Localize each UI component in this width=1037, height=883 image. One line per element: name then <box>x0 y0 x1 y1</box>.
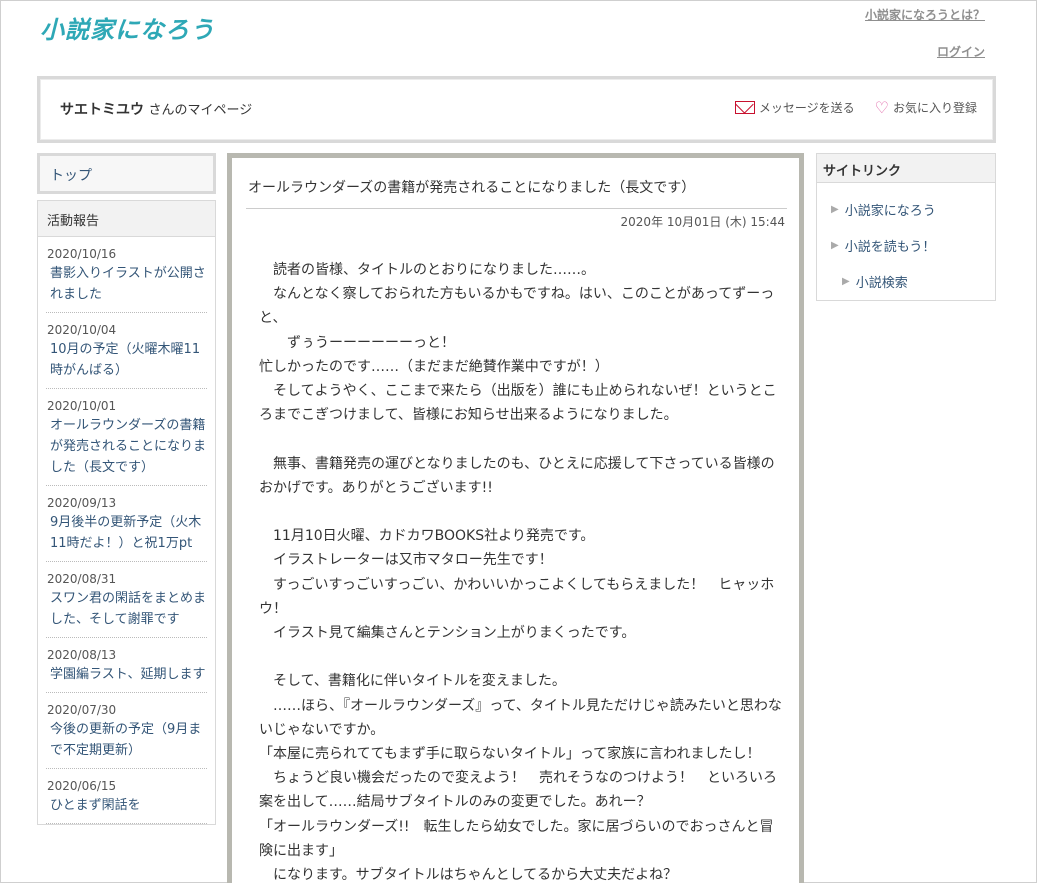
activity-list: 2020/10/16 書影入りイラストが公開されました 2020/10/04 1… <box>38 237 215 824</box>
top-link[interactable]: トップ <box>37 153 216 194</box>
activity-date: 2020/08/13 <box>47 648 117 662</box>
header-links: 小説家になろうとは？ ログイン <box>865 6 985 60</box>
sitelink-item[interactable]: ▶ 小説家になろう <box>817 191 995 227</box>
activity-link[interactable]: 学園編ラスト、延期します <box>46 664 207 685</box>
sitelink-item[interactable]: ▶ 小説を読もう！ <box>817 227 995 263</box>
list-item: 2020/10/04 10月の予定（火曜木曜11時がんばる） <box>46 313 207 389</box>
login-link[interactable]: ログイン <box>865 43 985 60</box>
activity-link[interactable]: オールラウンダーズの書籍が発売されることになりました（長文です） <box>46 415 207 478</box>
article-panel: オールラウンダーズの書籍が発売されることになりました（長文です） 2020年 1… <box>227 153 804 883</box>
body-paragraph: イラストレーターは又市マタロー先生です！ <box>259 552 553 569</box>
body-paragraph: 無事、書籍発売の運びとなりましたのも、ひとえに応援して下さっている皆様のおかげで… <box>259 455 775 496</box>
profile-actions: メッセージを送る ♡ お気に入り登録 <box>734 99 977 116</box>
left-sidebar: トップ 活動報告 2020/10/16 書影入りイラストが公開されました 202… <box>37 153 216 825</box>
body-paragraph: イラスト見て編集さんとテンション上がりまくったです。 <box>259 625 636 642</box>
body-paragraph <box>259 645 787 669</box>
activity-date: 2020/10/04 <box>47 323 117 337</box>
body-paragraph: すっごいすっごいすっごい、かわいいかっこよくしてもらえました！ ヒャッホウ！ <box>259 576 775 617</box>
sitelink-label: 小説検索 <box>855 275 908 291</box>
send-message-button[interactable]: メッセージを送る <box>734 99 855 116</box>
title-divider <box>246 208 787 209</box>
body-paragraph: 「オールラウンダーズ!! 転生したら幼女でした。家に居づらいのでおっさんと冒険に… <box>259 818 774 859</box>
activity-date: 2020/08/31 <box>47 572 117 586</box>
body-paragraph: ずぅうーーーーーーっと！ <box>259 334 455 351</box>
activity-link[interactable]: 10月の予定（火曜木曜11時がんばる） <box>46 339 207 381</box>
sitelink-label: 小説家になろう <box>844 203 936 219</box>
article-body: 読者の皆様、タイトルのとおりになりました……。 なんとなく察しておられた方もいる… <box>259 258 787 883</box>
profile-bar: サエトミユウ さんのマイページ メッセージを送る ♡ お気に入り登録 <box>37 76 996 143</box>
list-item: 2020/07/30 今後の更新の予定（9月まで不定期更新） <box>46 693 207 769</box>
triangle-right-icon: ▶ <box>831 203 839 215</box>
sitelink-label: 小説を読もう！ <box>844 239 936 255</box>
right-sidebar: サイトリンク ▶ 小説家になろう ▶ 小説を読もう！ ▶ 小説検索 <box>816 153 996 301</box>
activity-date: 2020/10/01 <box>47 399 117 413</box>
about-link[interactable]: 小説家になろうとは？ <box>865 6 985 23</box>
activity-link[interactable]: 書影入りイラストが公開されました <box>46 263 207 305</box>
body-paragraph: 読者の皆様、タイトルのとおりになりました……。 <box>259 262 595 278</box>
article-title: オールラウンダーズの書籍が発売されることになりました（長文です） <box>248 180 696 196</box>
mypage-suffix: さんのマイページ <box>148 103 253 118</box>
body-paragraph: 忙しかったのです……（まだまだ絶賛作業中ですが！） <box>259 358 609 375</box>
list-item: 2020/10/16 書影入りイラストが公開されました <box>46 237 207 313</box>
article-date: 2020年 10月01日 (木) 15:44 <box>620 215 785 229</box>
list-item: 2020/09/13 9月後半の更新予定（火木11時だよ！）と祝1万pt <box>46 486 207 562</box>
body-paragraph: そして、書籍化に伴いタイトルを変えました。 <box>259 673 566 690</box>
activity-date: 2020/10/16 <box>47 247 117 261</box>
body-paragraph: になります。サブタイトルはちゃんとしてるから大丈夫だよね？ <box>259 867 678 883</box>
list-item: 2020/08/13 学園編ラスト、延期します <box>46 638 207 693</box>
activity-heading: 活動報告 <box>38 201 215 237</box>
heart-icon: ♡ <box>874 97 889 117</box>
list-item: 2020/08/31 スワン君の閑話をまとめました、そして謝罪です <box>46 562 207 638</box>
body-paragraph: ちょうど良い機会だったので変えよう！ 売れそうなのつけよう！ といろいろ案を出し… <box>259 770 777 811</box>
sitelink-heading: サイトリンク <box>817 154 995 183</box>
send-message-label: メッセージを送る <box>758 101 855 115</box>
author-name: サエトミユウ <box>60 102 144 118</box>
body-paragraph: ……ほら、『オールラウンダーズ』って、タイトル見ただけじゃ読みたいと思わないじゃ… <box>259 697 782 738</box>
triangle-right-icon: ▶ <box>831 239 839 251</box>
activity-box: 活動報告 2020/10/16 書影入りイラストが公開されました 2020/10… <box>37 200 216 825</box>
mail-icon <box>734 101 755 114</box>
list-item: 2020/06/15 ひとまず閑話を <box>46 769 207 824</box>
activity-link[interactable]: ひとまず閑話を <box>46 795 207 816</box>
list-item: 2020/10/01 オールラウンダーズの書籍が発売されることになりました（長文… <box>46 389 207 486</box>
activity-date: 2020/07/30 <box>47 703 117 717</box>
body-paragraph: なんとなく察しておられた方もいるかもですね。はい、このことがあってずーっと、 <box>259 286 775 327</box>
body-paragraph: そしてようやく、ここまで来たら（出版を）誰にも止められないぜ！というところまでこ… <box>259 383 777 424</box>
activity-link[interactable]: スワン君の閑話をまとめました、そして謝罪です <box>46 588 207 630</box>
body-paragraph <box>259 427 787 451</box>
triangle-right-icon: ▶ <box>842 275 850 287</box>
sitelink-list: ▶ 小説家になろう ▶ 小説を読もう！ ▶ 小説検索 <box>817 183 995 299</box>
body-paragraph <box>259 500 787 524</box>
activity-date: 2020/06/15 <box>47 779 117 793</box>
favorite-button[interactable]: ♡ お気に入り登録 <box>875 99 977 116</box>
activity-link[interactable]: 今後の更新の予定（9月まで不定期更新） <box>46 719 207 761</box>
body-paragraph: 「本屋に売られててもまず手に取らないタイトル」って家族に言われましたし！ <box>259 746 761 763</box>
favorite-label: お気に入り登録 <box>892 101 977 115</box>
activity-date: 2020/09/13 <box>47 496 117 510</box>
activity-link[interactable]: 9月後半の更新予定（火木11時だよ！）と祝1万pt <box>46 512 207 554</box>
sitelink-item[interactable]: ▶ 小説検索 <box>817 263 995 299</box>
site-logo[interactable]: 小説家になろう <box>40 10 215 44</box>
body-paragraph: 11月10日火曜、カドカワBOOKS社より発売です。 <box>259 528 595 545</box>
profile-title: サエトミユウ さんのマイページ <box>60 99 252 119</box>
